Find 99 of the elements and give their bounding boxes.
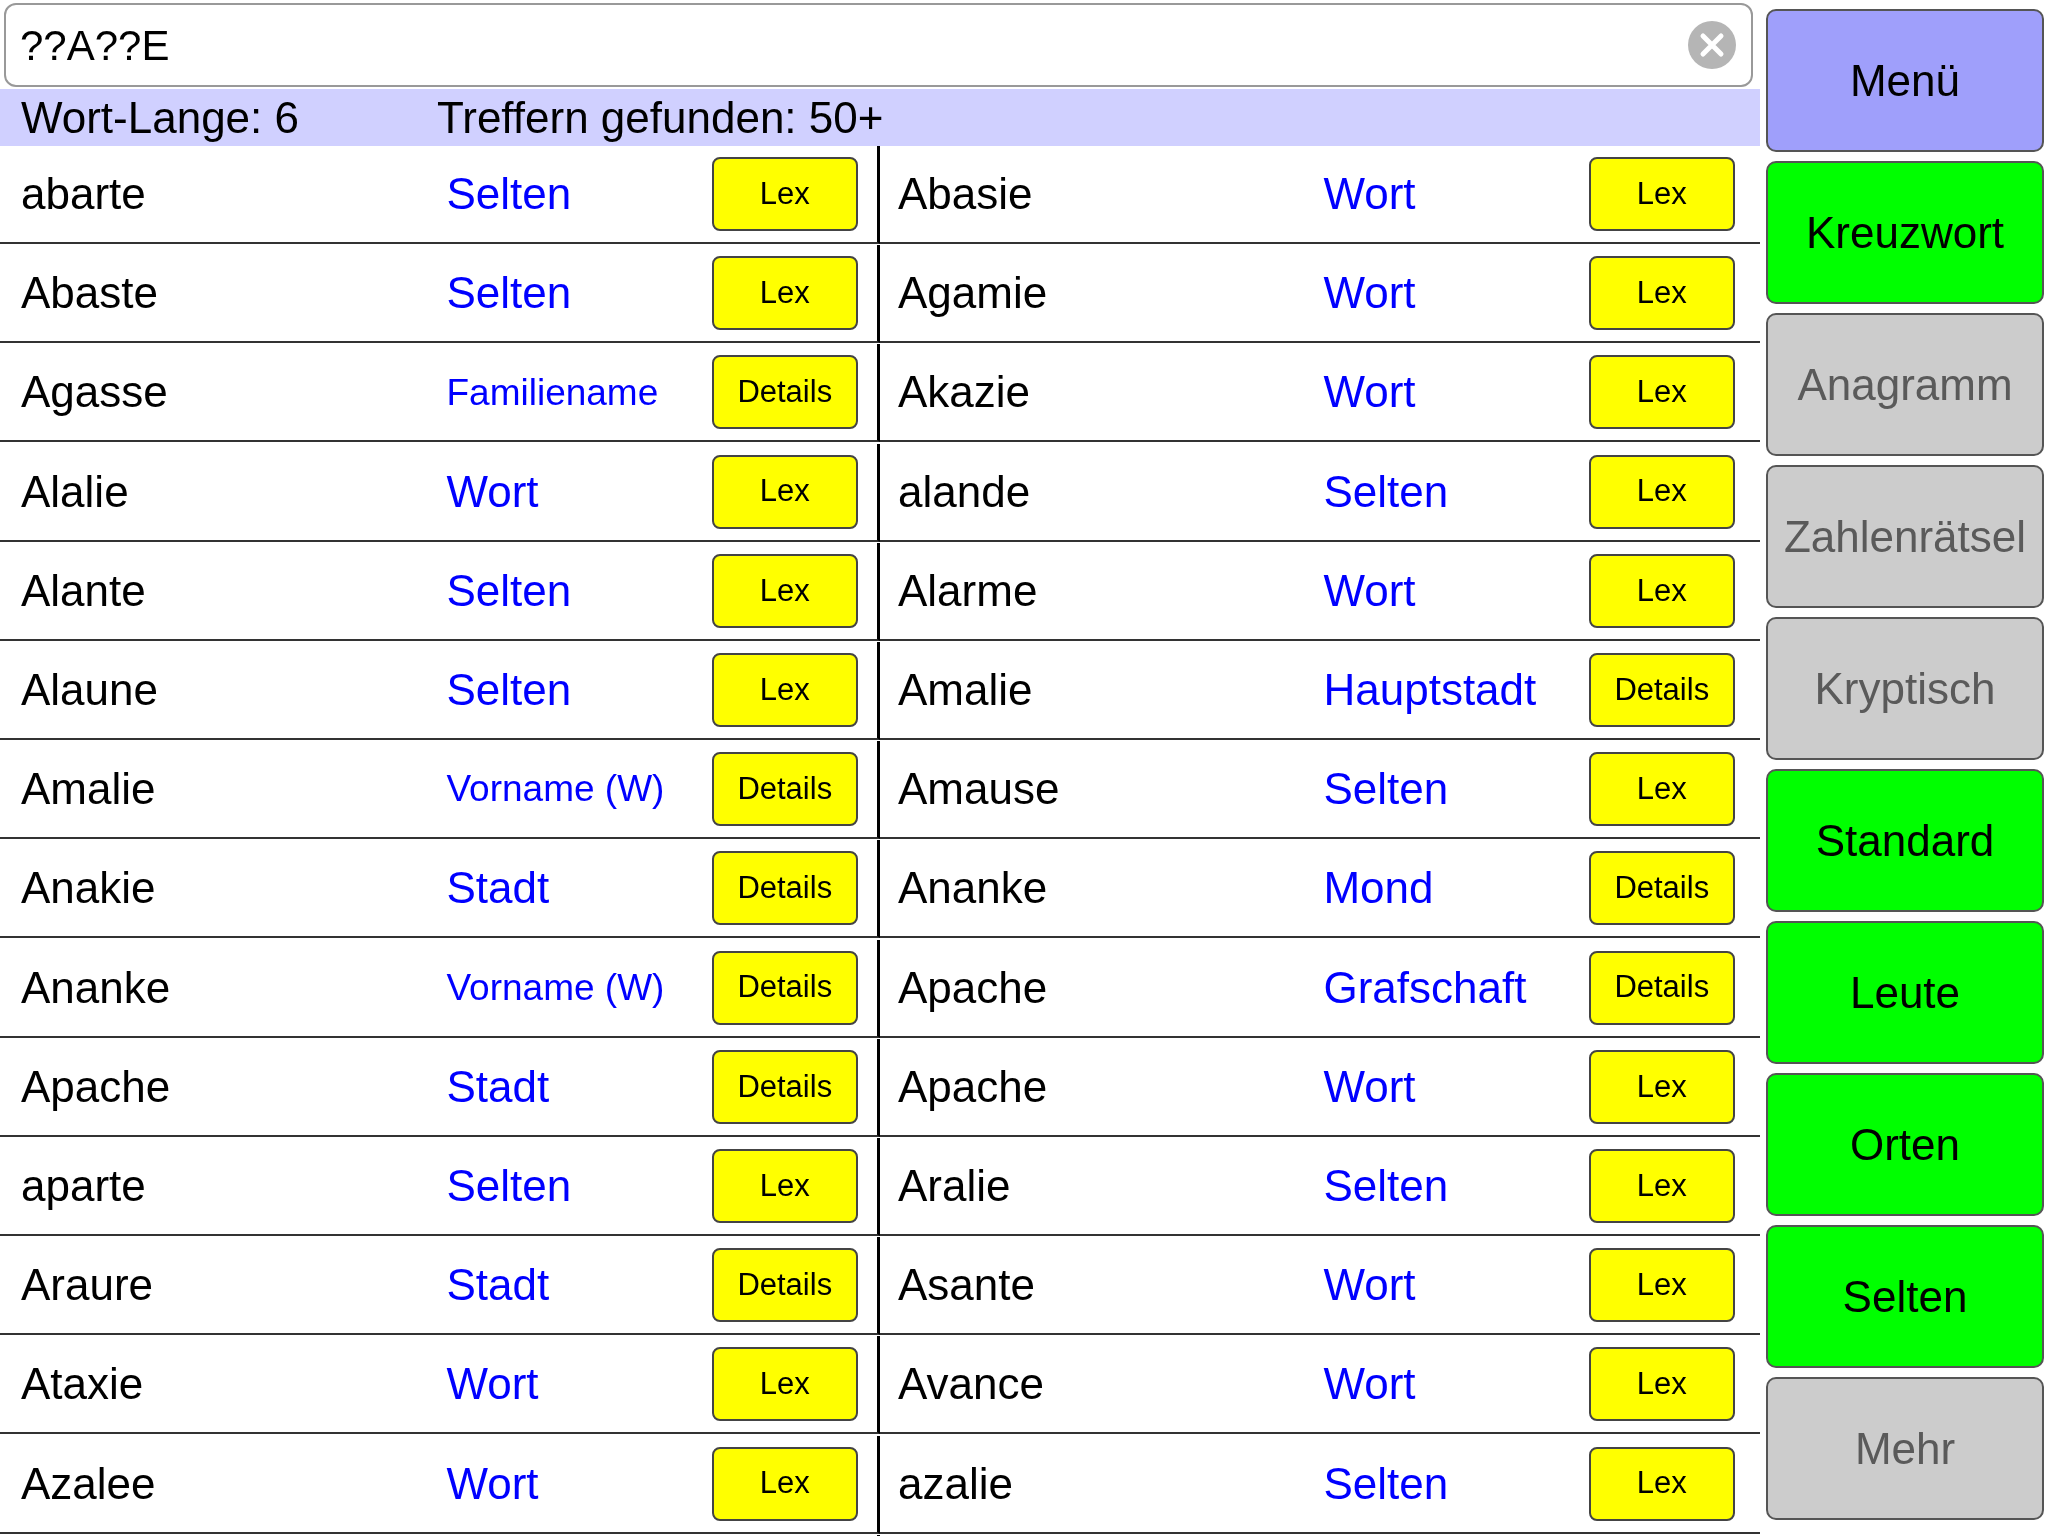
category-link[interactable]: Stadt: [446, 1053, 712, 1120]
sidebar-button[interactable]: Mehr: [1766, 1377, 2044, 1520]
result-word: Amalie: [898, 663, 1034, 716]
category-link[interactable]: Wort: [1323, 557, 1589, 624]
lex-button[interactable]: Lex: [1588, 1248, 1735, 1323]
sidebar-button[interactable]: Leute: [1766, 921, 2044, 1064]
result-word: Apache: [898, 1060, 1049, 1113]
clear-icon[interactable]: [1687, 20, 1737, 70]
result-word: Ananke: [898, 862, 1049, 915]
result-word: Agasse: [21, 366, 169, 419]
result-word: Avance: [898, 1358, 1045, 1411]
sidebar-button[interactable]: Kreuzwort: [1766, 161, 2044, 304]
lex-button[interactable]: Lex: [711, 1446, 858, 1521]
category-link[interactable]: Familiename: [446, 364, 712, 421]
result-word: Azalee: [21, 1457, 157, 1510]
result-word: Alante: [21, 564, 147, 617]
sidebar-button[interactable]: Kryptisch: [1766, 617, 2044, 760]
lex-button[interactable]: Lex: [711, 1347, 858, 1422]
sidebar-button[interactable]: Standard: [1766, 769, 2044, 912]
lex-button[interactable]: Lex: [711, 652, 858, 727]
result-word: Apache: [21, 1060, 172, 1113]
sidebar-button[interactable]: Menü: [1766, 9, 2044, 152]
result-word: Abaste: [21, 267, 159, 320]
details-button[interactable]: Details: [711, 950, 858, 1025]
category-link[interactable]: Wort: [446, 458, 712, 525]
result-word: azalie: [898, 1457, 1014, 1510]
category-link[interactable]: Stadt: [446, 855, 712, 922]
category-link[interactable]: Wort: [1323, 1252, 1589, 1319]
sidebar-button[interactable]: Zahlenrätsel: [1766, 465, 2044, 608]
details-button[interactable]: Details: [711, 752, 858, 827]
category-link[interactable]: Grafschaft: [1323, 954, 1589, 1021]
result-word: Amalie: [21, 763, 157, 816]
category-link[interactable]: Wort: [1323, 161, 1589, 227]
result-word: aparte: [21, 1160, 147, 1212]
search-text: ??A??E: [20, 20, 171, 71]
lex-button[interactable]: Lex: [711, 1149, 858, 1223]
search-field[interactable]: ??A??E: [4, 3, 1753, 87]
result-word: Abasie: [898, 168, 1034, 220]
sidebar-button[interactable]: Anagramm: [1766, 313, 2044, 456]
result-word: Akazie: [898, 366, 1032, 419]
result-word: Anakie: [21, 862, 157, 915]
result-word: Alalie: [21, 465, 130, 518]
result-word: abarte: [21, 168, 147, 220]
details-button[interactable]: Details: [711, 851, 858, 926]
lex-button[interactable]: Lex: [711, 256, 858, 331]
details-button[interactable]: Details: [711, 1049, 858, 1124]
category-link[interactable]: Selten: [446, 557, 712, 624]
result-word: Ataxie: [21, 1358, 145, 1411]
result-word: Alaune: [21, 663, 159, 716]
lex-button[interactable]: Lex: [1588, 1149, 1735, 1223]
lex-button[interactable]: Lex: [711, 553, 858, 628]
result-word: alande: [898, 465, 1032, 518]
lex-button[interactable]: Lex: [1588, 1446, 1735, 1521]
details-button[interactable]: Details: [1588, 950, 1735, 1025]
details-button[interactable]: Details: [1588, 851, 1735, 926]
result-word: Ananke: [21, 961, 172, 1014]
category-link[interactable]: Wort: [446, 1351, 712, 1418]
result-word: Araure: [21, 1259, 155, 1312]
lex-button[interactable]: Lex: [711, 454, 858, 529]
lex-button[interactable]: Lex: [1588, 1347, 1735, 1422]
category-link[interactable]: Stadt: [446, 1252, 712, 1319]
result-word: Aralie: [898, 1160, 1012, 1212]
result-word: Apache: [898, 961, 1049, 1014]
sidebar-button[interactable]: Selten: [1766, 1225, 2044, 1368]
lex-button[interactable]: Lex: [1588, 752, 1735, 827]
category-link[interactable]: Selten: [1323, 458, 1589, 525]
category-link[interactable]: Wort: [1323, 1053, 1589, 1120]
lex-button[interactable]: Lex: [1588, 553, 1735, 628]
details-button[interactable]: Details: [711, 355, 858, 430]
word-length-label: Wort-Lange: 6: [20, 91, 300, 144]
sidebar-button[interactable]: Orten: [1766, 1073, 2044, 1216]
lex-button[interactable]: Lex: [1588, 256, 1735, 331]
category-link[interactable]: Selten: [1323, 1450, 1589, 1517]
lex-button[interactable]: Lex: [711, 157, 858, 231]
details-button[interactable]: Details: [1588, 652, 1735, 727]
result-word: Alarme: [898, 564, 1039, 617]
lex-button[interactable]: Lex: [1588, 157, 1735, 231]
category-link[interactable]: Selten: [446, 1153, 712, 1219]
category-link[interactable]: Selten: [1323, 756, 1589, 823]
category-link[interactable]: Selten: [446, 656, 712, 723]
category-link[interactable]: Wort: [446, 1450, 712, 1517]
result-word: Amause: [898, 763, 1061, 816]
category-link[interactable]: Hauptstadt: [1323, 656, 1589, 723]
category-link[interactable]: Selten: [446, 161, 712, 227]
category-link[interactable]: Wort: [1323, 1351, 1589, 1418]
category-link[interactable]: Mond: [1323, 855, 1589, 922]
category-link[interactable]: Wort: [1323, 359, 1589, 426]
category-link[interactable]: Vorname (W): [446, 761, 712, 817]
category-link[interactable]: Vorname (W): [446, 959, 712, 1016]
result-word: Asante: [898, 1259, 1036, 1312]
lex-button[interactable]: Lex: [1588, 355, 1735, 430]
category-link[interactable]: Selten: [1323, 1153, 1589, 1219]
result-word: Agamie: [898, 267, 1049, 320]
lex-button[interactable]: Lex: [1588, 1049, 1735, 1124]
category-link[interactable]: Wort: [1323, 260, 1589, 327]
lex-button[interactable]: Lex: [1588, 454, 1735, 529]
details-button[interactable]: Details: [711, 1248, 858, 1323]
category-link[interactable]: Selten: [446, 260, 712, 327]
hits-count-label: Treffern gefunden: 50+: [437, 91, 884, 144]
